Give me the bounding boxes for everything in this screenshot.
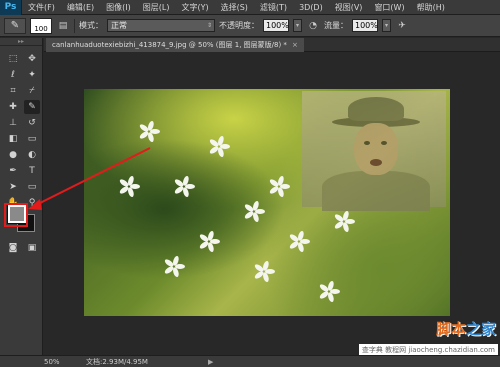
mode-select[interactable]: 正常 ⇕ xyxy=(107,19,215,32)
clone-stamp-tool-icon[interactable]: ⊥ xyxy=(5,116,21,130)
status-menu-arrow-icon[interactable]: ▶ xyxy=(148,358,213,366)
eye-shape xyxy=(364,141,370,145)
brush-tool-preset-icon[interactable]: ✎ xyxy=(4,17,26,34)
eraser-tool-icon[interactable]: ◧ xyxy=(5,132,21,146)
toolbox-grip[interactable]: ▸▸ xyxy=(0,38,42,46)
menu-help[interactable]: 帮助(H) xyxy=(411,2,451,13)
shoulders-shape xyxy=(322,171,430,211)
face-shape xyxy=(354,123,398,175)
brush-panel-icon[interactable]: ▤ xyxy=(56,19,70,33)
watermark-title: 脚本之家 xyxy=(436,318,496,339)
mode-buttons: ◙ ▣ xyxy=(5,241,40,255)
mouth-shape xyxy=(370,159,382,166)
type-tool-icon[interactable]: T xyxy=(24,164,40,178)
screen-mode-icon[interactable]: ▣ xyxy=(24,241,40,255)
menu-file[interactable]: 文件(F) xyxy=(22,2,61,13)
history-brush-tool-icon[interactable]: ↺ xyxy=(24,116,40,130)
opacity-slider-dropdown[interactable]: ▾ xyxy=(293,19,302,32)
document-size: 文档:2.93M/4.95M xyxy=(86,357,148,366)
options-bar: ✎ 100 ▤ 模式： 正常 ⇕ 不透明度： 100% ▾ ◔ 流量： 100%… xyxy=(0,15,500,37)
menu-layer[interactable]: 图层(L) xyxy=(137,2,176,13)
shape-tool-icon[interactable]: ▭ xyxy=(24,180,40,194)
opacity-input[interactable]: 100% xyxy=(263,19,289,32)
flow-slider-dropdown[interactable]: ▾ xyxy=(382,19,391,32)
ps-logo: Ps xyxy=(0,0,22,15)
airbrush-icon[interactable]: ✈ xyxy=(395,19,409,33)
menu-3d[interactable]: 3D(D) xyxy=(293,3,329,12)
hat-shape xyxy=(348,97,404,121)
document-tab-bar: canlanhuaduotexiebizhi_413874_9.jpg @ 50… xyxy=(44,38,500,52)
menu-window[interactable]: 窗口(W) xyxy=(368,2,410,13)
separator xyxy=(74,18,75,33)
canvas-image[interactable] xyxy=(84,89,450,316)
opacity-label: 不透明度： xyxy=(219,21,259,30)
watermark-part-b: 之家 xyxy=(465,320,496,338)
menu-edit[interactable]: 编辑(E) xyxy=(61,2,100,13)
magic-wand-tool-icon[interactable]: ✦ xyxy=(24,68,40,82)
mode-label: 模式： xyxy=(79,21,103,30)
document-title: canlanhuaduotexiebizhi_413874_9.jpg @ 50… xyxy=(52,41,287,49)
toolbox: ▸▸ ⬚ ✥ ℓ ✦ ⌗ ⌿ ✚ ✎ ⊥ ↺ ◧ ▭ ● ◐ ✒ T ➤ ▭ ✋… xyxy=(0,38,43,356)
eye-shape xyxy=(381,141,387,145)
mode-value: 正常 xyxy=(111,21,127,30)
close-icon[interactable]: × xyxy=(292,41,298,49)
quick-mask-icon[interactable]: ◙ xyxy=(5,241,21,255)
brush-tool-icon[interactable]: ✎ xyxy=(24,100,40,114)
annotation-highlight-box xyxy=(4,203,28,227)
eyedropper-tool-icon[interactable]: ⌿ xyxy=(24,84,40,98)
marquee-tool-icon[interactable]: ⬚ xyxy=(5,52,21,66)
pen-tool-icon[interactable]: ✒ xyxy=(5,164,21,178)
brush-size-picker[interactable]: 100 xyxy=(30,17,52,34)
move-tool-icon[interactable]: ✥ xyxy=(24,52,40,66)
menu-image[interactable]: 图像(I) xyxy=(100,2,137,13)
crop-tool-icon[interactable]: ⌗ xyxy=(5,84,21,98)
status-bar: 50% 文档:2.93M/4.95M ▶ xyxy=(0,355,500,367)
flow-label: 流量： xyxy=(324,21,348,30)
gradient-tool-icon[interactable]: ▭ xyxy=(24,132,40,146)
pressure-opacity-icon[interactable]: ◔ xyxy=(306,19,320,33)
lasso-tool-icon[interactable]: ℓ xyxy=(5,68,21,82)
menu-filter[interactable]: 滤镜(T) xyxy=(254,2,293,13)
blur-tool-icon[interactable]: ● xyxy=(5,148,21,162)
boy-photo-layer xyxy=(302,91,446,211)
zoom-level[interactable]: 50% xyxy=(0,358,80,366)
tool-grid: ⬚ ✥ ℓ ✦ ⌗ ⌿ ✚ ✎ ⊥ ↺ ◧ ▭ ● ◐ ✒ T ➤ ▭ ✋ ⚲ xyxy=(0,46,42,210)
watermark-part-a: 脚本 xyxy=(435,320,466,338)
photoshop-window: Ps 文件(F) 编辑(E) 图像(I) 图层(L) 文字(Y) 选择(S) 滤… xyxy=(0,0,500,367)
dodge-tool-icon[interactable]: ◐ xyxy=(24,148,40,162)
menu-view[interactable]: 视图(V) xyxy=(329,2,369,13)
healing-brush-tool-icon[interactable]: ✚ xyxy=(5,100,21,114)
path-selection-tool-icon[interactable]: ➤ xyxy=(5,180,21,194)
flow-input[interactable]: 100% xyxy=(352,19,378,32)
chevron-down-icon: ⇕ xyxy=(206,22,212,29)
workspace[interactable] xyxy=(44,53,500,354)
menu-type[interactable]: 文字(Y) xyxy=(175,2,214,13)
document-tab[interactable]: canlanhuaduotexiebizhi_413874_9.jpg @ 50… xyxy=(46,38,304,52)
menu-bar: Ps 文件(F) 编辑(E) 图像(I) 图层(L) 文字(Y) 选择(S) 滤… xyxy=(0,0,500,15)
menu-select[interactable]: 选择(S) xyxy=(215,2,254,13)
